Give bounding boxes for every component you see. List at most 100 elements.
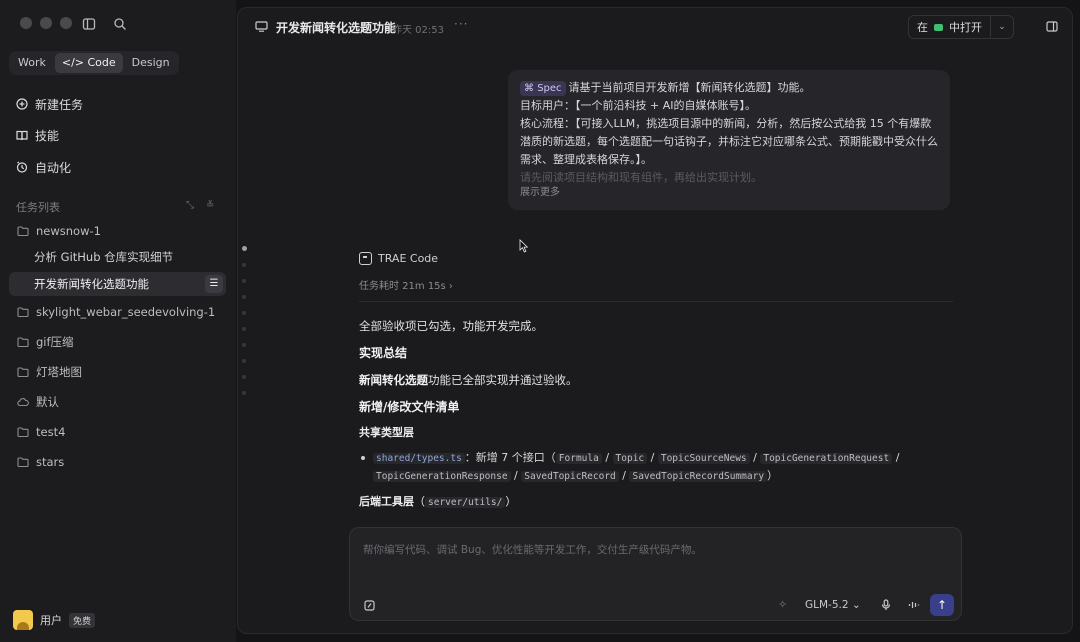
task-folder-skylight[interactable]: skylight_webar_seedevolving-1 — [9, 300, 226, 324]
page-title: 开发新闻转化选题功能 — [276, 21, 397, 35]
mouse-cursor-icon — [519, 239, 528, 253]
folder-icon — [17, 457, 29, 468]
cloud-icon — [17, 398, 29, 407]
heading-files: 新增/修改文件清单 — [359, 400, 460, 414]
heading-summary: 实现总结 — [359, 346, 408, 360]
spark-icon[interactable]: ✧ — [778, 598, 787, 611]
task-label: 默认 — [36, 395, 59, 409]
assistant-answer: TRAE Code 任务耗时 21m 15s › 全部验收项已勾选，功能开发完成… — [359, 248, 953, 511]
task-folder-stars[interactable]: stars — [9, 450, 226, 474]
clock-icon — [16, 161, 28, 173]
open-in-label: 中打开 — [949, 21, 982, 34]
close-paren: ） — [767, 469, 779, 482]
composer-placeholder[interactable]: 帮你编写代码、调试 Bug、优化性能等开发工作，交付生产级代码产物。 — [363, 542, 702, 557]
folder-icon — [17, 427, 29, 438]
interface-topic-generation-request: TopicGenerationRequest — [760, 453, 893, 464]
mode-work-tab[interactable]: Work — [11, 53, 53, 73]
interface-topic-generation-response: TopicGenerationResponse — [373, 471, 511, 482]
task-label: newsnow-1 — [36, 224, 101, 238]
plus-circle-icon — [16, 98, 28, 110]
model-selector[interactable]: GLM-5.2 ⌄ — [805, 599, 861, 611]
send-button[interactable]: ↑ — [930, 594, 954, 616]
heading-backend-utils: 后端工具层（ server/utils/） — [359, 494, 953, 511]
folder-icon — [17, 307, 29, 318]
task-list-tools: ⤡ ≚ — [186, 200, 214, 211]
task-folder-gif[interactable]: gif压缩 — [9, 330, 226, 354]
new-task-button[interactable]: 新建任务 — [16, 95, 83, 113]
message-line-1: 请基于当前项目开发新增【新闻转化选题】功能。 — [568, 81, 811, 94]
window-controls — [20, 17, 72, 29]
collapse-all-icon[interactable]: ⤡ — [186, 200, 194, 211]
terminal-app-icon — [934, 23, 943, 31]
task-analyze-github[interactable]: 分析 GitHub 仓库实现细节 — [9, 245, 226, 269]
task-news-topic-feature[interactable]: 开发新闻转化选题功能 ☰ — [9, 272, 226, 296]
task-list-icon[interactable]: ☰ — [205, 275, 223, 293]
task-label: test4 — [36, 425, 66, 439]
mode-design-tab[interactable]: Design — [125, 53, 177, 73]
backend-utils-label: 后端工具层 — [359, 495, 414, 508]
folder-icon — [17, 367, 29, 378]
summary-paragraph: 新闻转化选题功能已全部实现并通过验收。 — [359, 372, 953, 388]
more-options-button[interactable]: ··· — [454, 17, 468, 31]
summary-rest: 功能已全部实现并通过验收。 — [428, 373, 578, 387]
interface-topic: Topic — [612, 453, 648, 464]
folder-icon — [17, 226, 29, 237]
task-elapsed-toggle[interactable]: 任务耗时 21m 15s › — [359, 277, 953, 302]
open-in-main[interactable]: 在 中打开 — [909, 16, 991, 38]
filter-icon[interactable]: ≚ — [206, 200, 214, 211]
message-line-3: 核心流程：【可接入LLM，挑选项目源中的新闻，分析，然后按公式给我 15 个有爆… — [520, 117, 932, 130]
chevron-down-icon[interactable]: ⌄ — [991, 22, 1013, 32]
show-more-button[interactable]: 展示更多 — [520, 184, 560, 202]
task-label: 开发新闻转化选题功能 — [34, 277, 149, 291]
scroll-navigator[interactable] — [242, 246, 247, 407]
assistant-name: TRAE Code — [378, 251, 439, 265]
types-text: ：新增 7 个接口（ — [464, 451, 556, 464]
chat-composer[interactable]: 帮你编写代码、调试 Bug、优化性能等开发工作，交付生产级代码产物。 ✧ GLM… — [349, 527, 962, 621]
task-folder-lighthouse[interactable]: 灯塔地图 — [9, 360, 226, 384]
close-window-button[interactable] — [20, 17, 32, 29]
interface-saved-topic-record-summary: SavedTopicRecordSummary — [629, 471, 768, 482]
right-panel-toggle-icon[interactable] — [1046, 21, 1058, 32]
message-line-6: 请先阅读项目结构和现有组件，再给出实现计划。 — [520, 171, 762, 184]
new-task-label: 新建任务 — [35, 97, 84, 112]
interface-formula: Formula — [555, 453, 602, 464]
timestamp: 昨天 02:53 — [392, 25, 444, 36]
task-label: stars — [36, 455, 65, 469]
book-icon — [16, 130, 28, 141]
interface-topic-source-news: TopicSourceNews — [657, 453, 750, 464]
file-link-types[interactable]: shared/types.ts — [373, 453, 465, 464]
automation-label: 自动化 — [35, 160, 72, 175]
search-icon[interactable] — [113, 17, 127, 31]
automation-button[interactable]: 自动化 — [16, 158, 71, 176]
backend-utils-path: server/utils/ — [425, 497, 506, 508]
task-label: 灯塔地图 — [36, 365, 82, 379]
open-in-button[interactable]: 在 中打开 ⌄ — [908, 15, 1014, 39]
task-folder-test4[interactable]: test4 — [9, 420, 226, 444]
microphone-icon[interactable] — [881, 599, 891, 611]
interface-saved-topic-record: SavedTopicRecord — [521, 471, 619, 482]
summary-bold: 新闻转化选题 — [359, 373, 428, 387]
main-panel: 开发新闻转化选题功能 昨天 02:53 ··· 在 中打开 ⌄ ⌘ Spec 请基… — [237, 7, 1073, 634]
skills-button[interactable]: 技能 — [16, 126, 59, 144]
maximize-window-button[interactable] — [60, 17, 72, 29]
list-item: shared/types.ts ：新增 7 个接口（ Formula / Topic… — [359, 449, 953, 485]
top-bar: 开发新闻转化选题功能 昨天 02:53 ··· 在 中打开 ⌄ — [238, 8, 1072, 46]
open-paren: （ — [414, 495, 425, 508]
open-in-prefix: 在 — [917, 21, 928, 34]
spec-tag: ⌘ Spec — [520, 81, 566, 96]
user-message: ⌘ Spec 请基于当前项目开发新增【新闻转化选题】功能。 目标用户：【一个前沿科… — [508, 70, 950, 210]
trae-logo-icon — [359, 251, 372, 265]
attach-icon[interactable] — [364, 600, 375, 611]
user-profile[interactable]: 用户 免费 — [13, 610, 96, 630]
task-label: gif压缩 — [36, 335, 74, 349]
message-line: ⌘ Spec 请基于当前项目开发新增【新闻转化选题】功能。 — [520, 79, 938, 97]
message-line-4: 潜质的新选题，每个选题配一句话钩子，并标注它对应哪条公式、预期能戳中受众什么 — [520, 135, 938, 148]
sidebar-toggle-icon[interactable] — [82, 17, 96, 31]
voice-wave-icon[interactable] — [908, 600, 920, 610]
task-folder-default[interactable]: 默认 — [9, 390, 226, 414]
task-folder-newsnow[interactable]: newsnow-1 — [9, 219, 226, 243]
minimize-window-button[interactable] — [40, 17, 52, 29]
mode-code-tab[interactable]: </> Code — [54, 53, 123, 73]
user-name: 用户 — [40, 614, 62, 627]
message-line-5: 需求、整理成表格保存。】。 — [520, 153, 652, 166]
